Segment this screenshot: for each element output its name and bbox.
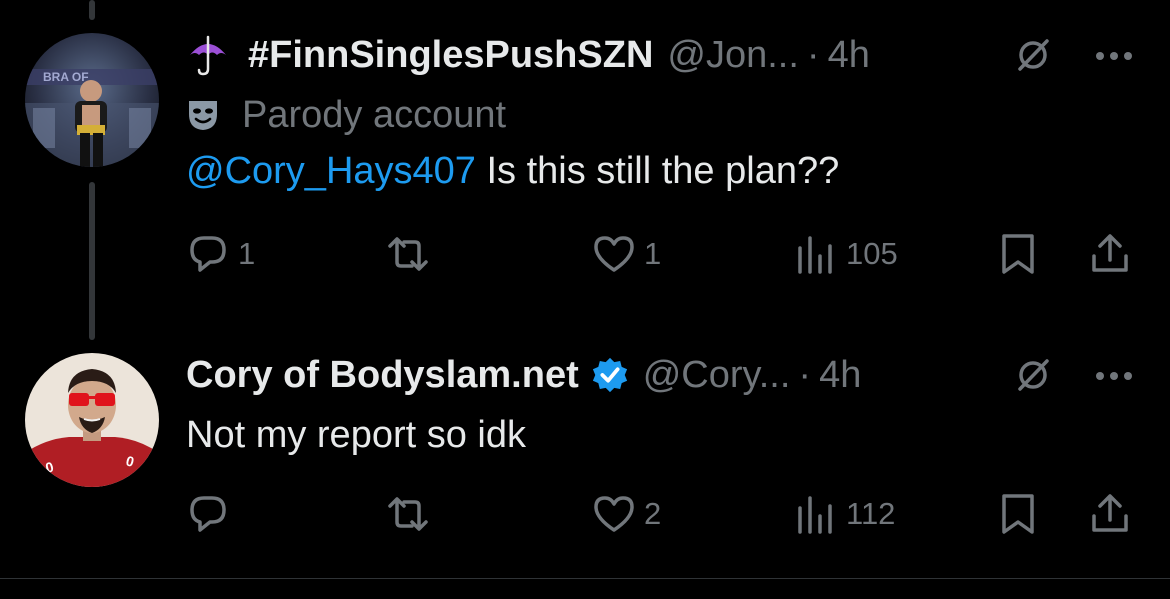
views-icon <box>798 496 832 534</box>
reply-icon <box>190 496 226 532</box>
separator-dot-2: · <box>798 353 812 396</box>
umbrella-icon <box>186 33 230 77</box>
like-icon <box>594 236 634 272</box>
like-count-2: 2 <box>644 496 662 531</box>
reply-button[interactable]: 1 <box>186 232 255 276</box>
repost-icon <box>388 237 428 271</box>
timestamp-2[interactable]: 4h <box>819 354 861 397</box>
repost-icon <box>388 497 428 531</box>
tweet-header: #FinnSinglesPushSZN @Jon... · 4h <box>186 30 1140 80</box>
tweet-header-2: Cory of Bodyslam.net @Cory... · 4h <box>186 350 1140 400</box>
mask-icon <box>186 98 220 132</box>
grok-icon[interactable] <box>1016 38 1050 72</box>
separator-dot: · <box>806 33 820 76</box>
bookmark-icon <box>1002 494 1034 534</box>
views-button-2[interactable]: 112 <box>794 492 895 536</box>
views-icon <box>798 236 832 274</box>
like-button[interactable]: 1 <box>592 232 661 276</box>
repost-button[interactable] <box>386 232 438 276</box>
bookmark-button-2[interactable] <box>996 492 1040 536</box>
handle-2[interactable]: @Cory... <box>643 354 791 397</box>
handle[interactable]: @Jon... <box>667 34 799 77</box>
views-button[interactable]: 105 <box>794 232 898 276</box>
verified-badge-icon <box>591 356 629 394</box>
reply-count: 1 <box>238 236 256 271</box>
repost-button-2[interactable] <box>386 492 438 536</box>
conversation-thread: BRA OF #FinnSinglesPushSZN @Jon... · 4h … <box>0 0 1170 599</box>
grok-icon-2[interactable] <box>1016 358 1050 392</box>
bottom-divider <box>0 578 1170 579</box>
bookmark-icon <box>1002 234 1034 274</box>
more-icon-2[interactable] <box>1094 369 1134 381</box>
tweet-parent[interactable]: BRA OF #FinnSinglesPushSZN @Jon... · 4h … <box>0 0 1170 320</box>
views-count: 105 <box>846 236 898 271</box>
reply-icon <box>190 236 226 272</box>
mention-link[interactable]: @Cory_Hays407 <box>186 150 476 192</box>
display-name[interactable]: #FinnSinglesPushSZN <box>248 34 653 77</box>
parody-label: Parody account <box>242 93 507 136</box>
share-icon <box>1092 494 1128 532</box>
views-count-2: 112 <box>846 496 896 531</box>
share-button[interactable] <box>1088 232 1132 276</box>
reply-button-2[interactable] <box>186 492 238 536</box>
svg-text:BRA OF: BRA OF <box>43 70 89 84</box>
share-icon <box>1092 234 1128 272</box>
like-count: 1 <box>644 236 662 271</box>
more-icon[interactable] <box>1094 49 1134 61</box>
avatar-cartoon-image: 0 0 <box>25 353 159 487</box>
like-icon <box>594 496 634 532</box>
avatar-finn[interactable]: BRA OF <box>25 33 159 167</box>
share-button-2[interactable] <box>1088 492 1132 536</box>
avatar-wrestler-image: BRA OF <box>25 33 159 167</box>
timestamp[interactable]: 4h <box>828 34 870 77</box>
tweet-text: @Cory_Hays407 Is this still the plan?? <box>186 150 839 193</box>
like-button-2[interactable]: 2 <box>592 492 661 536</box>
bookmark-button[interactable] <box>996 232 1040 276</box>
parody-badge: Parody account <box>186 92 506 138</box>
tweet-text-2: Not my report so idk <box>186 414 526 456</box>
display-name-2[interactable]: Cory of Bodyslam.net <box>186 354 579 397</box>
avatar-cory[interactable]: 0 0 <box>25 353 159 487</box>
tweet-body-text: Is this still the plan?? <box>475 150 840 192</box>
